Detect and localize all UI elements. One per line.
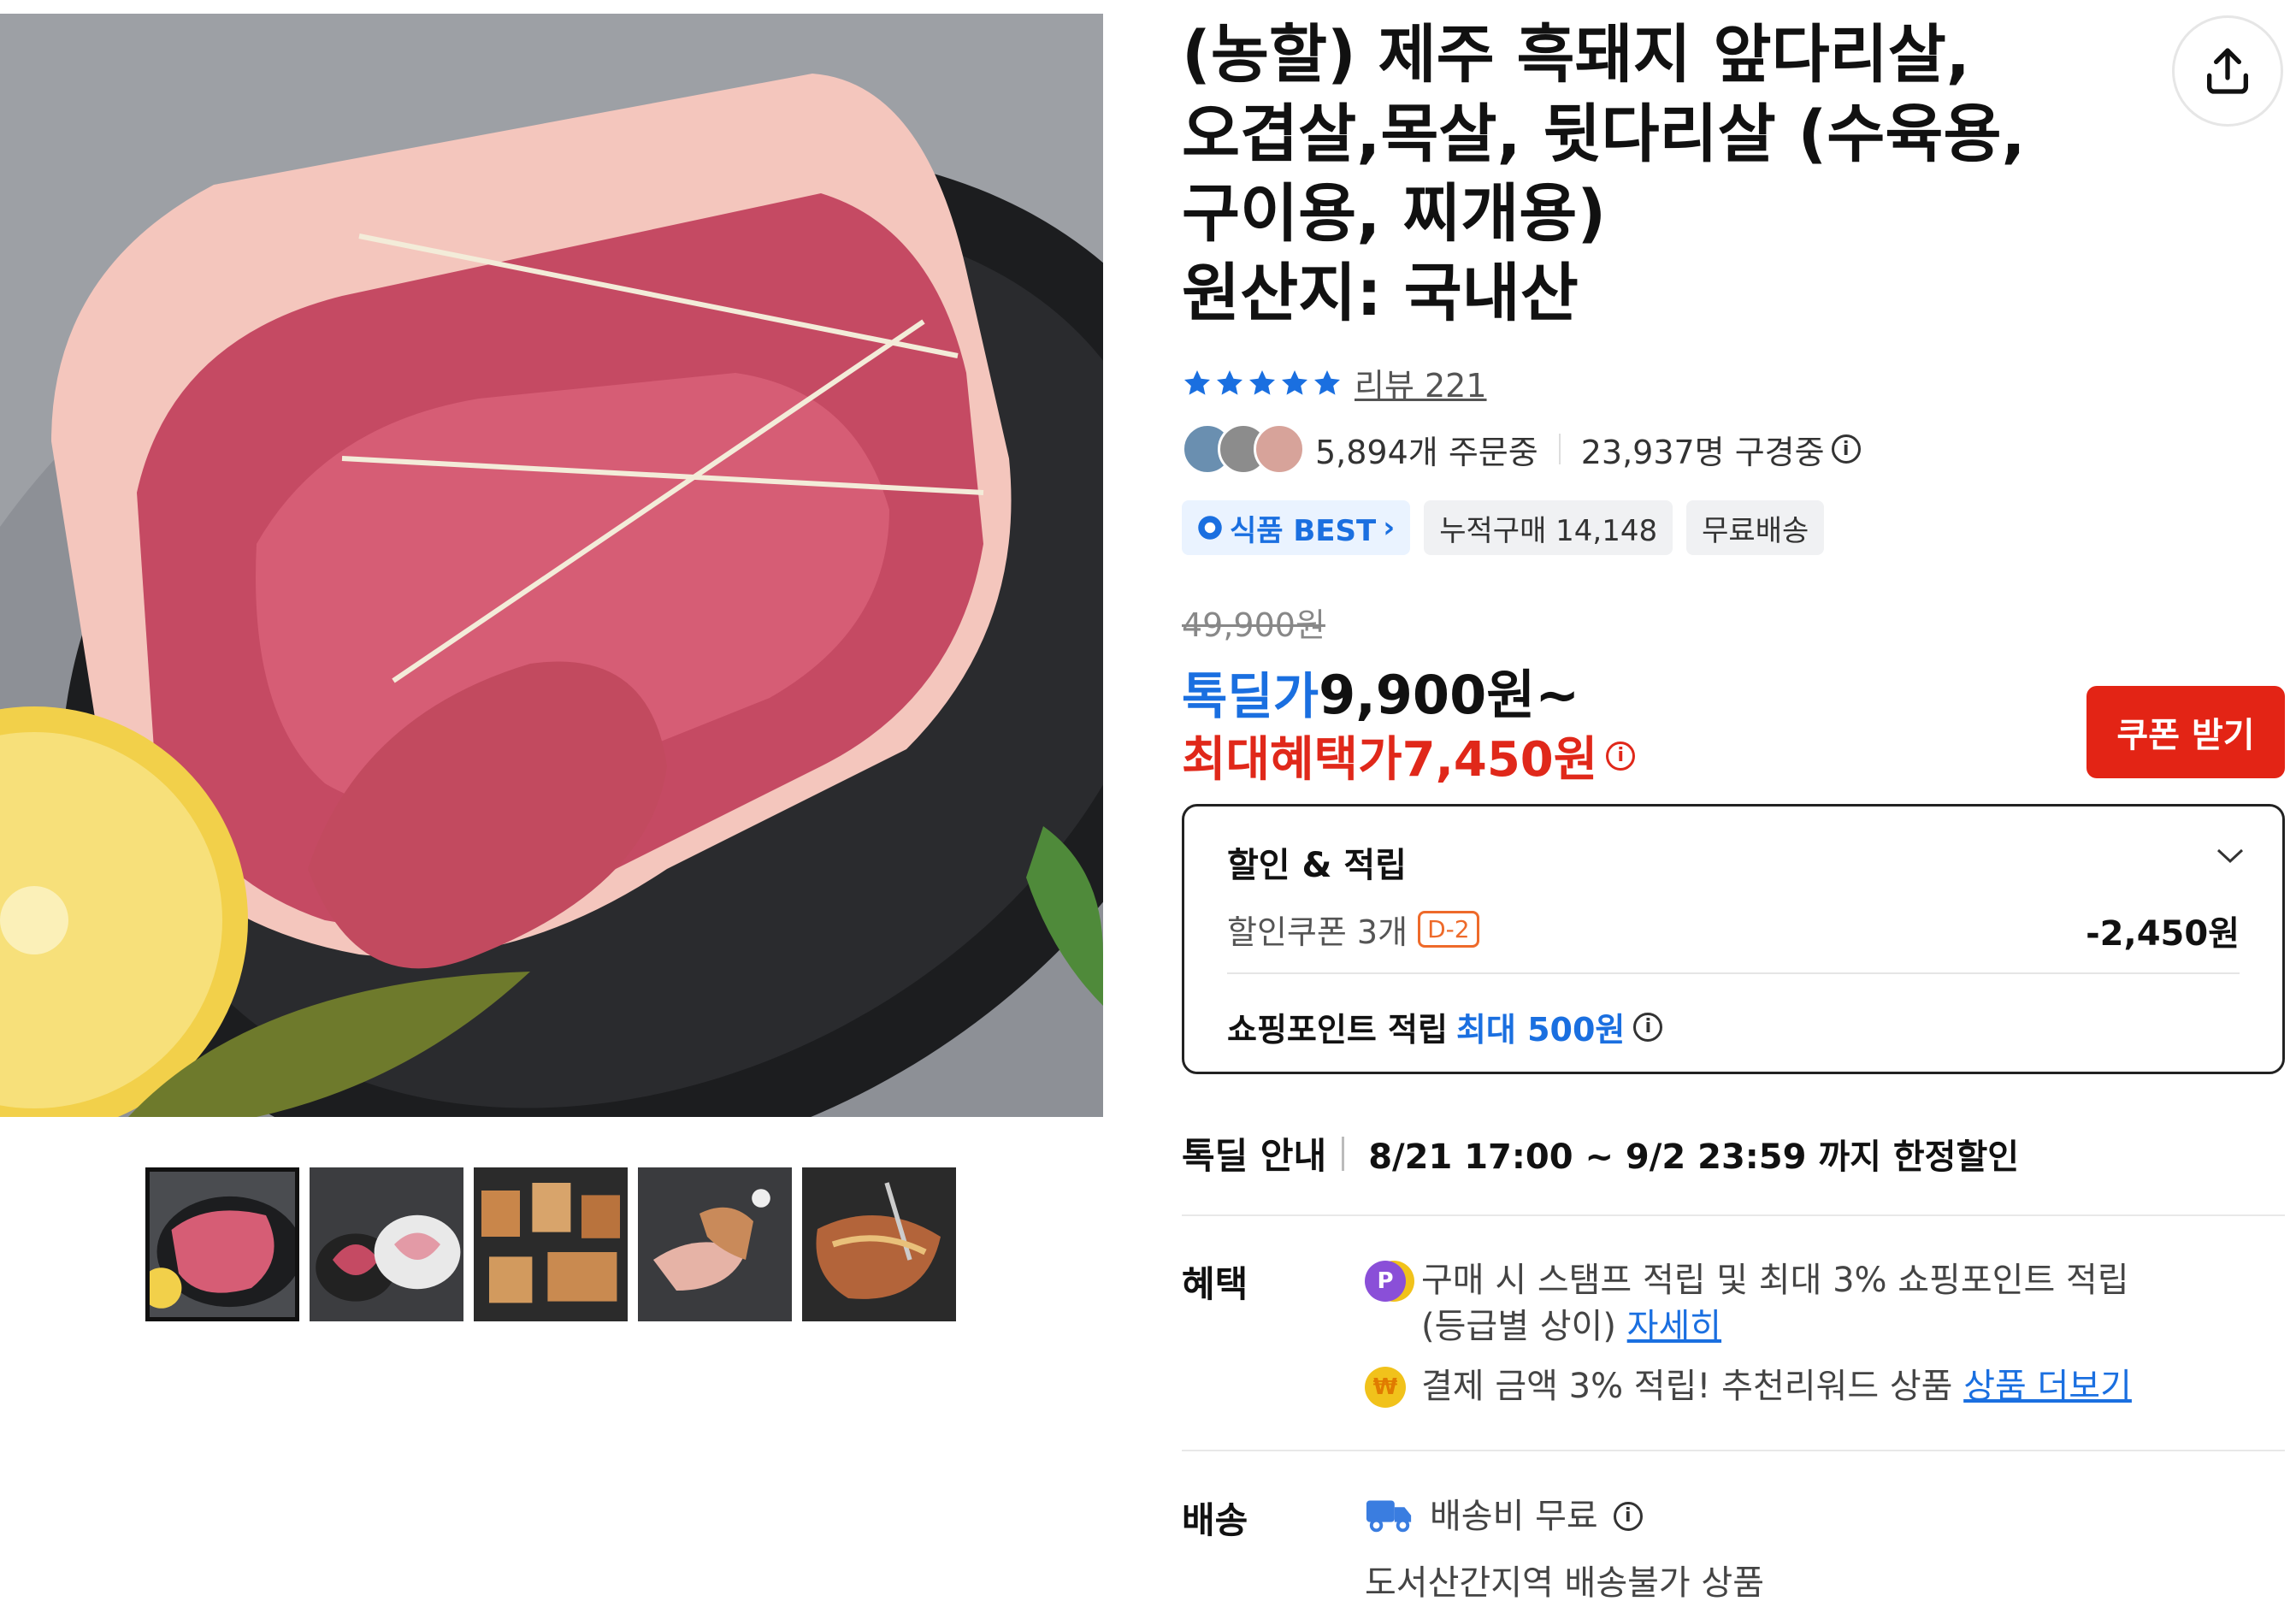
chevron-down-icon[interactable] <box>2216 848 2245 865</box>
reward-coin-icon: ₩ <box>1365 1367 1406 1408</box>
badge-label: 누적구매 14,148 <box>1439 513 1658 548</box>
max-benefit-label: 최대혜택가7,450원 <box>1182 732 1598 788</box>
thumbnail-4[interactable] <box>638 1167 792 1321</box>
points-row: 쇼핑포인트 적립 최대 500원 i <box>1227 1003 1663 1050</box>
info-icon[interactable]: i <box>1633 1012 1663 1042</box>
star-icon <box>1314 369 1340 395</box>
benefit-text: 결제 금액 3% 적립! 추천리워드 상품 상품 더보기 <box>1421 1367 2132 1406</box>
product-main-image <box>0 14 1103 1117</box>
product-title: (농할) 제주 흑돼지 앞다리살, 오겹살,목살, 뒷다리살 (수육용, 구이용… <box>1182 15 2122 334</box>
get-coupon-button[interactable]: 쿠폰 받기 <box>2086 686 2285 778</box>
cumulative-purchase-badge: 누적구매 14,148 <box>1424 500 1673 555</box>
category-best-badge[interactable]: 식품 BEST › <box>1182 500 1411 555</box>
tokdeal-label: 톡딜 안내 <box>1182 1135 1327 1177</box>
buyer-avatars <box>1182 423 1305 475</box>
badge-gear-icon <box>1198 516 1222 540</box>
buyer-activity-row: 5,894개 주문중 23,937명 구경중 i <box>1182 423 1861 475</box>
divider <box>1182 1450 2285 1451</box>
star-icon <box>1282 369 1307 395</box>
share-button[interactable] <box>2172 15 2283 127</box>
coupon-amount: -2,450원 <box>2086 914 2240 954</box>
star-rating <box>1182 368 1343 399</box>
point-p-icon: P <box>1365 1261 1406 1302</box>
thumbnail-3[interactable] <box>474 1167 628 1321</box>
shipping-label: 배송 <box>1182 1499 1248 1541</box>
title-line-3: 구이용, 찌개용) <box>1182 177 1607 251</box>
benefit-line: (등급별 상이) 자세히 <box>1421 1307 1722 1346</box>
thumbnail-2[interactable] <box>310 1167 463 1321</box>
orders-count: 5,894개 주문중 <box>1315 433 1538 471</box>
coupon-label: 할인쿠폰 3개 <box>1227 913 1408 951</box>
star-icon <box>1249 369 1275 395</box>
more-products-link[interactable]: 상품 더보기 <box>1963 1367 2132 1406</box>
deal-label: 톡딜가 <box>1182 667 1319 725</box>
truck-icon <box>1366 1500 1412 1533</box>
star-icon <box>1184 369 1210 395</box>
divider <box>1227 972 2240 974</box>
discount-points-panel[interactable]: 할인 & 적립 할인쿠폰 3개 D-2 -2,450원 쇼핑포인트 적립 최대 … <box>1182 804 2285 1074</box>
shipping-fee-row: 배송비 무료 i <box>1365 1493 1643 1539</box>
review-link[interactable]: 리뷰 221 <box>1355 359 1487 406</box>
shipping-fee: 배송비 무료 <box>1430 1497 1598 1536</box>
info-icon[interactable]: i <box>1831 434 1861 464</box>
benefit-item-reward: ₩ 결제 금액 3% 적립! 추천리워드 상품 상품 더보기 <box>1365 1363 2132 1409</box>
chevron-right-icon: › <box>1383 511 1396 545</box>
thumbnail-1[interactable] <box>145 1167 299 1321</box>
badge-row: 식품 BEST › 누적구매 14,148 무료배송 <box>1182 500 1825 555</box>
points-label: 쇼핑포인트 적립 <box>1227 1011 1448 1049</box>
points-value: 최대 500원 <box>1455 1011 1626 1049</box>
title-line-1: (농할) 제주 흑돼지 앞다리살, <box>1182 18 1970 92</box>
divider <box>1558 434 1561 464</box>
title-line-4: 원산지: 국내산 <box>1182 257 1579 330</box>
original-price: 49,900원 <box>1182 606 1325 644</box>
badge-label: 식품 BEST <box>1230 513 1377 548</box>
divider <box>1342 1136 1345 1171</box>
benefit-text: 구매 시 스탬프 적립 및 최대 3% 쇼핑포인트 적립 (등급별 상이) 자세… <box>1421 1257 2129 1350</box>
benefit-item-stamp: P 구매 시 스탬프 적립 및 최대 3% 쇼핑포인트 적립 (등급별 상이) … <box>1365 1257 2129 1350</box>
thumbnail-5[interactable] <box>802 1167 956 1321</box>
star-icon <box>1217 369 1242 395</box>
avatar <box>1254 423 1305 475</box>
tokdeal-period: 8/21 17:00 ~ 9/2 23:59 까지 한정할인 <box>1368 1137 2020 1177</box>
benefit-line: 구매 시 스탬프 적립 및 최대 3% 쇼핑포인트 적립 <box>1421 1261 2129 1300</box>
deal-price: 9,900원~ <box>1319 664 1580 726</box>
panel-title: 할인 & 적립 <box>1227 846 1407 885</box>
shipping-note: 도서산간지역 배송불가 상품 <box>1365 1563 1765 1603</box>
info-icon[interactable]: i <box>1613 1502 1643 1531</box>
benefits-label: 혜택 <box>1182 1263 1248 1305</box>
title-line-2: 오겹살,목살, 뒷다리살 (수육용, <box>1182 97 2026 171</box>
free-shipping-badge: 무료배송 <box>1686 500 1825 555</box>
coupon-deadline-tag: D-2 <box>1418 911 1479 948</box>
tokdeal-info-row: 톡딜 안내 8/21 17:00 ~ 9/2 23:59 까지 한정할인 <box>1182 1127 2019 1179</box>
deal-price-row: 톡딜가 9,900원~ <box>1182 652 1579 729</box>
badge-label: 무료배송 <box>1702 513 1809 548</box>
rating-row: 리뷰 221 <box>1182 359 1487 406</box>
viewers-count: 23,937명 구경중 <box>1580 433 1825 471</box>
details-link[interactable]: 자세히 <box>1627 1307 1721 1346</box>
share-icon <box>2207 48 2248 94</box>
coupon-row: 할인쿠폰 3개 D-2 <box>1227 906 1479 953</box>
info-icon[interactable]: i <box>1606 741 1636 771</box>
divider <box>1182 1214 2285 1216</box>
max-benefit-row: 최대혜택가7,450원 i <box>1182 721 1636 790</box>
thumbnail-strip <box>145 1167 956 1321</box>
